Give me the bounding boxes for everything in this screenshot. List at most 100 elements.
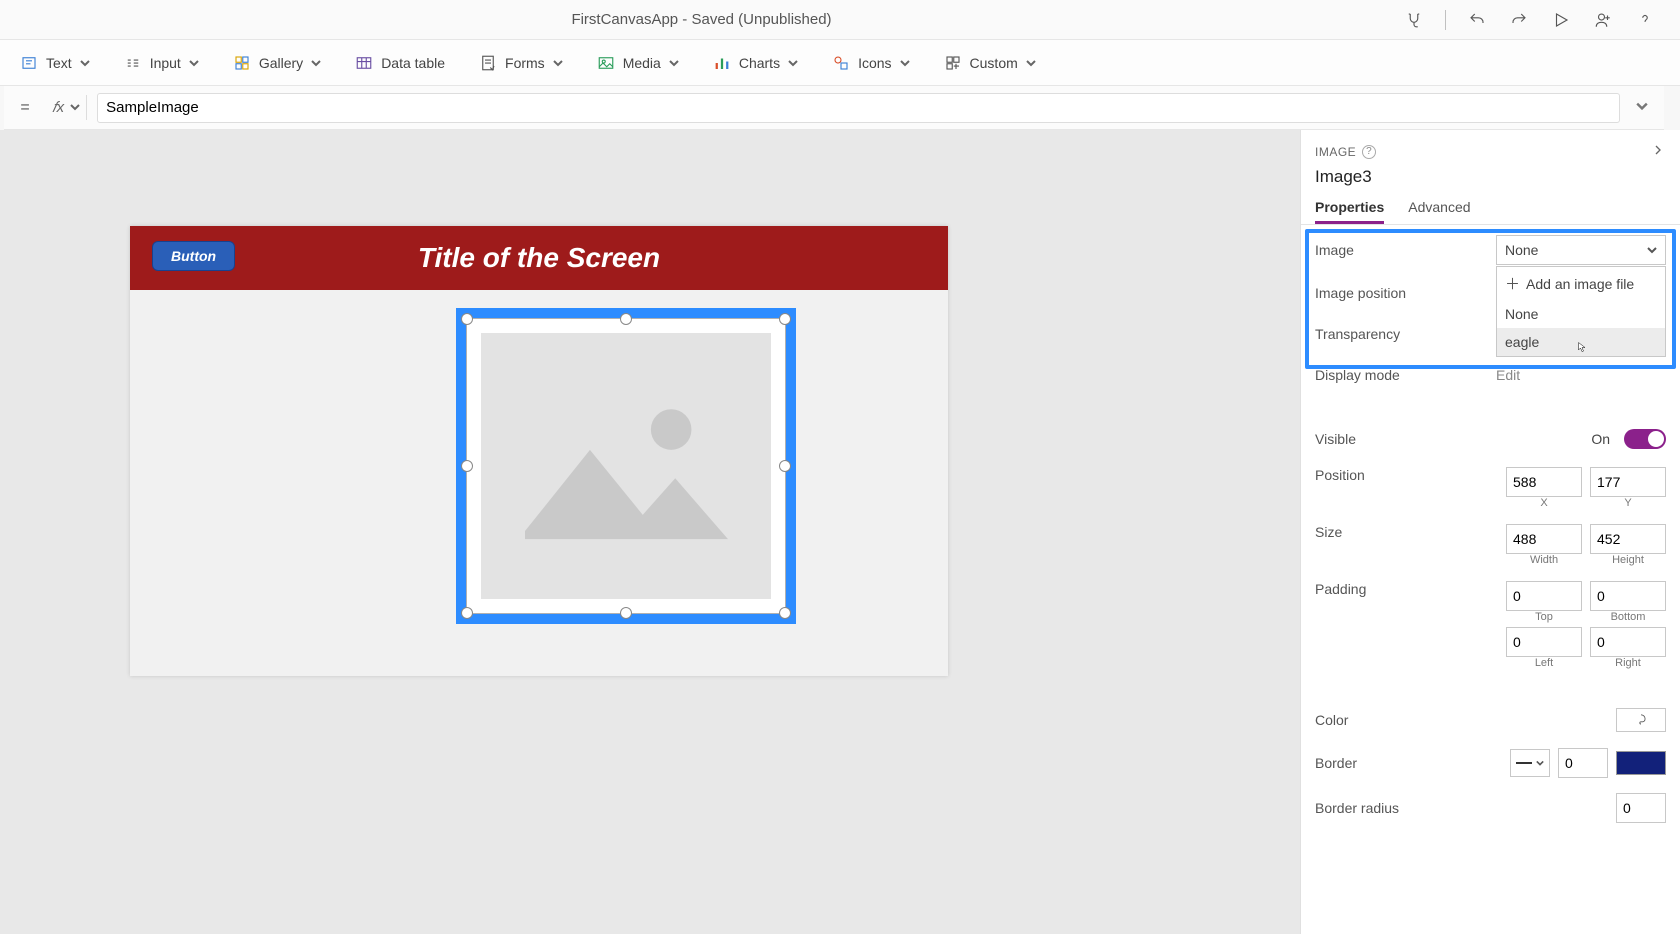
canvas-area[interactable]: Button Title of the Screen	[0, 130, 1300, 934]
help-icon[interactable]	[1634, 9, 1656, 31]
prop-size-label: Size	[1315, 524, 1498, 540]
help-icon[interactable]: ?	[1362, 145, 1376, 159]
resize-handle[interactable]	[779, 460, 791, 472]
image-option-eagle[interactable]: eagle	[1497, 328, 1665, 356]
padding-top-input[interactable]	[1506, 581, 1582, 611]
canvas-button-control[interactable]: Button	[152, 241, 235, 271]
ribbon-input-label: Input	[150, 55, 181, 71]
resize-handle[interactable]	[620, 607, 632, 619]
ribbon-forms-label: Forms	[505, 55, 545, 71]
cursor-icon	[1577, 342, 1587, 352]
resize-handle[interactable]	[461, 313, 473, 325]
undo-icon[interactable]	[1466, 9, 1488, 31]
ribbon-charts[interactable]: Charts	[707, 50, 804, 76]
image-dropdown-value: None	[1505, 242, 1538, 258]
panel-header: IMAGE ?	[1301, 130, 1680, 165]
resize-handle[interactable]	[779, 313, 791, 325]
chevron-down-icon	[189, 55, 199, 71]
ribbon-media-label: Media	[623, 55, 661, 71]
resize-handle[interactable]	[461, 607, 473, 619]
tab-properties[interactable]: Properties	[1315, 195, 1384, 224]
chevron-down-icon	[669, 55, 679, 71]
formula-bar: = 𝑓x	[4, 86, 1664, 130]
chevron-down-icon	[311, 55, 321, 71]
tab-advanced[interactable]: Advanced	[1408, 195, 1470, 224]
formula-expand-button[interactable]	[1630, 99, 1654, 117]
control-name: Image3	[1301, 165, 1680, 195]
prop-color: Color	[1315, 707, 1666, 733]
resize-handle[interactable]	[779, 607, 791, 619]
prop-display-mode: Display mode Edit	[1315, 362, 1666, 388]
image-placeholder-icon	[481, 333, 771, 599]
size-height-input[interactable]	[1590, 524, 1666, 554]
border-radius-input[interactable]	[1616, 793, 1666, 823]
prop-border-radius: Border radius	[1315, 793, 1666, 823]
border-width-input[interactable]	[1558, 748, 1608, 778]
prop-border: Border	[1315, 748, 1666, 778]
visible-toggle[interactable]	[1624, 429, 1666, 449]
ribbon-custom[interactable]: Custom	[938, 50, 1042, 76]
chevron-down-icon	[70, 99, 80, 116]
prop-color-label: Color	[1315, 712, 1608, 728]
ribbon-data-table[interactable]: Data table	[349, 50, 451, 76]
ribbon-text[interactable]: Text	[14, 50, 96, 76]
border-style-select[interactable]	[1510, 749, 1550, 777]
resize-handle[interactable]	[620, 313, 632, 325]
redo-icon[interactable]	[1508, 9, 1530, 31]
prop-padding-label: Padding	[1315, 581, 1498, 597]
prop-visible-state: On	[1591, 431, 1610, 447]
padding-left-input[interactable]	[1506, 627, 1582, 657]
prop-visible: Visible On	[1315, 426, 1666, 452]
prop-display-mode-value: Edit	[1496, 367, 1666, 383]
panel-collapse-button[interactable]	[1650, 142, 1666, 161]
chevron-down-icon	[80, 55, 90, 71]
ribbon-media[interactable]: Media	[591, 50, 685, 76]
prop-position: Position XY	[1315, 467, 1666, 509]
share-user-icon[interactable]	[1592, 9, 1614, 31]
gallery-icon	[233, 54, 251, 72]
properties-panel: IMAGE ? Image3 Properties Advanced Image…	[1300, 130, 1680, 934]
panel-section-label: IMAGE	[1315, 145, 1356, 159]
text-icon	[20, 54, 38, 72]
image-dropdown-list: ＋Add an image file None eagle	[1496, 266, 1666, 357]
canvas-screen: Button Title of the Screen	[130, 226, 948, 676]
charts-icon	[713, 54, 731, 72]
input-icon	[124, 54, 142, 72]
selected-image-control[interactable]	[456, 308, 796, 624]
chevron-down-icon	[900, 55, 910, 71]
image-bounds	[466, 318, 786, 614]
ribbon-gallery[interactable]: Gallery	[227, 50, 327, 76]
canvas-body	[130, 290, 948, 676]
fx-button[interactable]: 𝑓x	[46, 95, 87, 120]
position-y-sublabel: Y	[1590, 497, 1666, 509]
color-picker-button[interactable]	[1616, 708, 1666, 732]
prop-size: Size WidthHeight	[1315, 524, 1666, 566]
ribbon-icons[interactable]: Icons	[826, 50, 915, 76]
border-color-swatch[interactable]	[1616, 751, 1666, 775]
position-y-input[interactable]	[1590, 467, 1666, 497]
size-width-input[interactable]	[1506, 524, 1582, 554]
image-dropdown[interactable]: None ＋Add an image file None eagle	[1496, 235, 1666, 265]
resize-handle[interactable]	[461, 460, 473, 472]
size-h-sublabel: Height	[1590, 554, 1666, 566]
data-table-icon	[355, 54, 373, 72]
position-x-input[interactable]	[1506, 467, 1582, 497]
custom-icon	[944, 54, 962, 72]
padding-right-input[interactable]	[1590, 627, 1666, 657]
prop-visible-label: Visible	[1315, 431, 1583, 447]
padding-bottom-input[interactable]	[1590, 581, 1666, 611]
image-option-none[interactable]: None	[1497, 300, 1665, 328]
ribbon-forms[interactable]: Forms	[473, 50, 569, 76]
separator	[1445, 10, 1446, 30]
formula-input[interactable]	[97, 93, 1620, 123]
health-check-icon[interactable]	[1403, 9, 1425, 31]
play-icon[interactable]	[1550, 9, 1572, 31]
app-title: FirstCanvasApp - Saved (Unpublished)	[0, 11, 1403, 28]
ribbon-input[interactable]: Input	[118, 50, 205, 76]
image-option-add[interactable]: ＋Add an image file	[1497, 267, 1665, 300]
media-icon	[597, 54, 615, 72]
chevron-down-icon	[553, 55, 563, 71]
position-x-sublabel: X	[1506, 497, 1582, 509]
prop-image-label: Image	[1315, 242, 1488, 258]
image-option-eagle-label: eagle	[1505, 334, 1539, 350]
